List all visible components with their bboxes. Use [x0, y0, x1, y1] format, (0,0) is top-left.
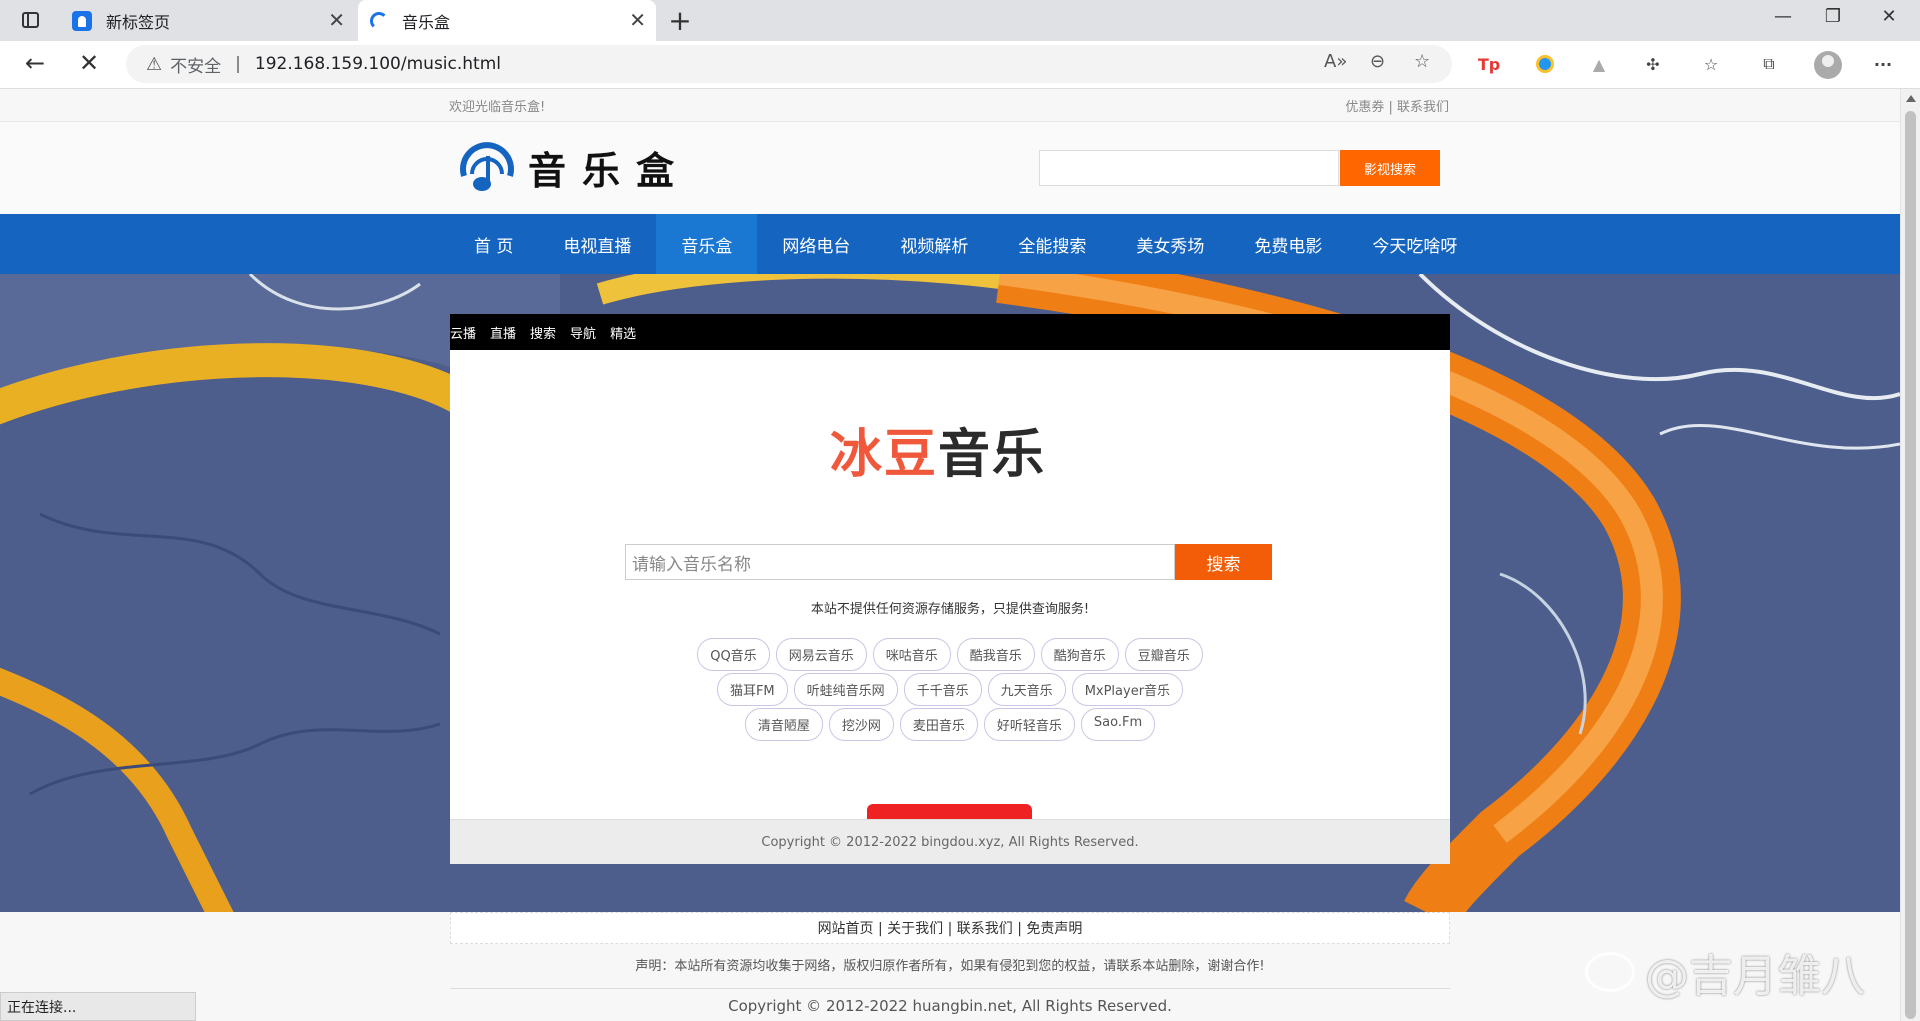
source-chip[interactable]: Sao.Fm: [1080, 708, 1156, 741]
headphone-note-icon: [456, 136, 518, 198]
close-tab-icon[interactable]: ✕: [629, 9, 646, 31]
back-icon[interactable]: ←: [20, 49, 50, 77]
main-nav: 首 页电视直播 音乐盒 网络电台 视频解析 全能搜索 美女秀场 免费电影 今天吃啥呀: [0, 214, 1900, 274]
browser-toolbar: ← ✕ ⚠ 不安全 | 192.168.159.100/music.html A…: [0, 41, 1920, 89]
url-text[interactable]: 192.168.159.100/music.html: [255, 54, 501, 74]
site-logo[interactable]: 音乐盒: [456, 136, 690, 198]
video-search-button[interactable]: 影视搜索: [1340, 150, 1440, 186]
browser-tab-musicbox[interactable]: 音乐盒 ✕: [358, 0, 656, 41]
minimize-icon[interactable]: —: [1760, 6, 1806, 27]
source-chip[interactable]: 九天音乐: [987, 673, 1066, 706]
hero-banner: 云播 直播 搜索 导航 精选 冰豆音乐 请输入音乐名称 搜索 本站不提供任何资源存储服务…: [0, 274, 1900, 912]
logo-part1: 冰豆: [830, 425, 939, 485]
read-aloud-icon[interactable]: A»: [1324, 51, 1347, 72]
source-chip[interactable]: QQ音乐: [697, 638, 770, 671]
site-copyright: Copyright © 2012-2022 huangbin.net, All …: [728, 997, 1172, 1015]
security-label[interactable]: 不安全: [170, 52, 221, 77]
nav-item[interactable]: 电视直播: [538, 214, 656, 274]
nav-item[interactable]: 网络电台: [757, 214, 875, 274]
declaration-text: 声明：本站所有资源均收集于网络，版权归原作者所有，如果有侵犯到您的权益，请联系本…: [450, 955, 1450, 989]
restore-icon[interactable]: ❐: [1810, 6, 1856, 27]
player-tabs: 云播 直播 搜索 导航 精选: [450, 314, 1450, 350]
address-bar[interactable]: ⚠ 不安全 | 192.168.159.100/music.html: [126, 45, 1452, 83]
collections-icon[interactable]: ⧉: [1756, 51, 1782, 77]
source-chip[interactable]: 听蛙纯音乐网: [793, 673, 898, 706]
loading-spinner-icon: [370, 11, 388, 30]
top-bar: 欢迎光临音乐盒! 优惠券 | 联系我们: [449, 96, 1449, 115]
source-chip[interactable]: 酷我音乐: [956, 638, 1035, 671]
extension-shield-icon[interactable]: [1532, 51, 1558, 77]
source-chip[interactable]: 酷狗音乐: [1040, 638, 1119, 671]
bingdou-music-logo: 冰豆音乐: [830, 412, 1046, 487]
page-scrollbar[interactable]: [1900, 89, 1920, 1021]
source-row-3: 清音陋屋 挖沙网 麦田音乐 好听轻音乐 Sao.Fm: [450, 708, 1450, 741]
video-search-input[interactable]: [1039, 150, 1339, 186]
more-menu-icon[interactable]: ···: [1870, 51, 1896, 77]
extensions-icon[interactable]: ✣: [1640, 51, 1666, 77]
music-search-input[interactable]: 请输入音乐名称: [625, 544, 1175, 580]
divider: |: [235, 54, 241, 74]
player-tab[interactable]: 搜索: [530, 323, 556, 342]
nav-item[interactable]: 美女秀场: [1111, 214, 1229, 274]
watermark: @吉月雏八: [1585, 940, 1865, 1004]
logo-part2: 音乐: [938, 425, 1047, 485]
source-chip[interactable]: 猫耳FM: [716, 673, 788, 706]
weibo-icon: [1585, 952, 1635, 992]
status-bar: 正在连接...: [0, 992, 196, 1021]
source-chip[interactable]: 豆瓣音乐: [1124, 638, 1203, 671]
source-chip[interactable]: 好听轻音乐: [983, 708, 1075, 741]
source-chip[interactable]: 千千音乐: [903, 673, 982, 706]
player-tab[interactable]: 精选: [610, 323, 636, 342]
source-row-1: QQ音乐 网易云音乐 咪咕音乐 酷我音乐 酷狗音乐 豆瓣音乐: [450, 638, 1450, 671]
nav-item[interactable]: 今天吃啥呀: [1347, 214, 1482, 274]
music-search-button[interactable]: 搜索: [1175, 544, 1272, 580]
close-tab-icon[interactable]: ✕: [328, 9, 345, 31]
tab-actions-icon[interactable]: [16, 8, 44, 32]
source-chip[interactable]: 麦田音乐: [899, 708, 978, 741]
page-viewport: 欢迎光临音乐盒! 优惠券 | 联系我们 音乐盒 影视搜索 首 页电视直播 音乐盒网…: [0, 89, 1900, 1021]
welcome-text: 欢迎光临音乐盒!: [449, 100, 546, 115]
stop-loading-icon[interactable]: ✕: [74, 49, 104, 77]
panel-footer: Copyright © 2012-2022 bingdou.xyz, All R…: [450, 819, 1450, 864]
nav-item[interactable]: 音乐盒: [656, 214, 758, 274]
logo-text: 音乐盒: [528, 147, 691, 193]
tab-title: 音乐盒: [402, 12, 451, 32]
music-search-panel: 云播 直播 搜索 导航 精选 冰豆音乐 请输入音乐名称 搜索 本站不提供任何资源存储服务…: [450, 314, 1450, 864]
source-chip[interactable]: 清音陋屋: [744, 708, 823, 741]
nav-item[interactable]: 首 页: [449, 214, 538, 274]
tab-title: 新标签页: [106, 12, 171, 32]
disclaimer-notice: 本站不提供任何资源存储服务，只提供查询服务!: [810, 602, 1090, 617]
zoom-icon[interactable]: ⊖: [1370, 51, 1385, 72]
newtab-favicon-icon: [72, 10, 92, 31]
new-tab-button[interactable]: +: [664, 4, 696, 37]
source-chip[interactable]: MxPlayer音乐: [1071, 673, 1184, 706]
nav-item[interactable]: 视频解析: [875, 214, 993, 274]
nav-item[interactable]: 全能搜索: [993, 214, 1111, 274]
favorite-add-icon[interactable]: ☆: [1414, 51, 1430, 72]
source-chip[interactable]: 咪咕音乐: [872, 638, 951, 671]
favorites-icon[interactable]: ☆: [1698, 51, 1724, 77]
source-chip[interactable]: 挖沙网: [828, 708, 894, 741]
source-row-2: 猫耳FM 听蛙纯音乐网 千千音乐 九天音乐 MxPlayer音乐: [450, 673, 1450, 706]
close-window-icon[interactable]: ✕: [1866, 6, 1912, 27]
top-links[interactable]: 优惠券 | 联系我们: [1345, 96, 1449, 115]
site-header: 音乐盒 影视搜索: [0, 121, 1900, 214]
player-tab[interactable]: 云播: [450, 323, 476, 342]
footer-links[interactable]: 网站首页 | 关于我们 | 联系我们 | 免责声明: [450, 912, 1450, 944]
nav-item[interactable]: 免费电影: [1229, 214, 1347, 274]
extension-tp-icon[interactable]: Tp: [1476, 51, 1502, 77]
browser-tab-bar: 新标签页 ✕ 音乐盒 ✕ + — ❐ ✕: [0, 0, 1920, 41]
player-tab[interactable]: 导航: [570, 323, 596, 342]
player-tab[interactable]: 直播: [490, 323, 516, 342]
browser-tab-newtab[interactable]: 新标签页 ✕: [60, 0, 355, 41]
extension-mountain-icon[interactable]: ▲: [1586, 51, 1612, 77]
profile-avatar[interactable]: [1814, 51, 1842, 79]
source-chip[interactable]: 网易云音乐: [775, 638, 867, 671]
warning-icon[interactable]: ⚠: [146, 54, 162, 75]
